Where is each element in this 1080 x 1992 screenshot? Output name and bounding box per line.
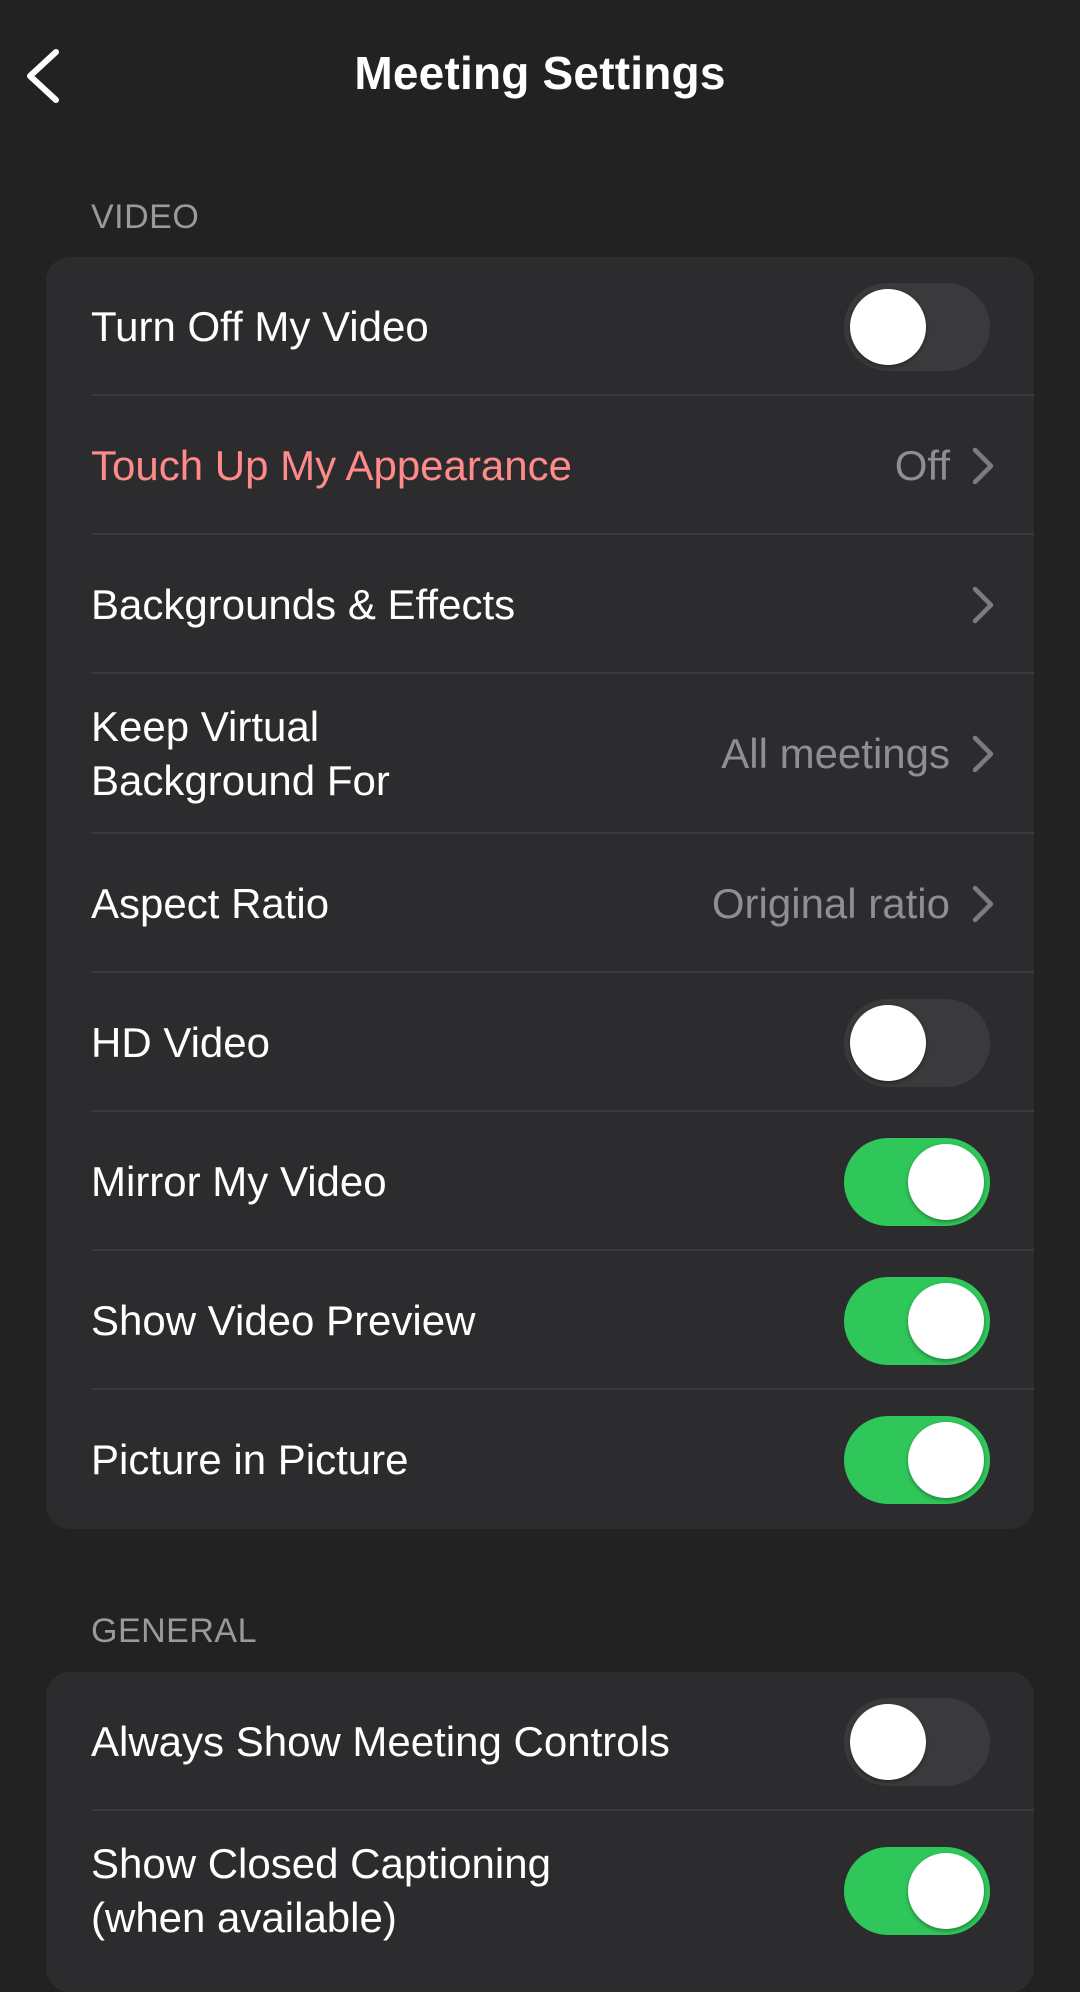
turn-off-my-video-toggle[interactable]: [844, 282, 990, 371]
mirror-my-video-toggle[interactable]: [844, 1137, 990, 1226]
toggle-knob: [908, 1282, 984, 1359]
row-picture-in-picture: Picture in Picture: [46, 1390, 1034, 1529]
chevron-right-icon: [972, 586, 994, 623]
row-label: Keep Virtual Background For: [91, 703, 390, 804]
row-label: Mirror My Video: [91, 1157, 387, 1205]
row-backgrounds-effects[interactable]: Backgrounds & Effects: [46, 535, 1034, 674]
row-label: Always Show Meeting Controls: [91, 1717, 670, 1765]
row-keep-virtual-background[interactable]: Keep Virtual Background For All meetings: [46, 674, 1034, 834]
general-settings-group: Always Show Meeting Controls Show Closed…: [46, 1672, 1034, 1992]
row-value: Off: [894, 441, 950, 489]
row-label: HD Video: [91, 1018, 270, 1066]
chevron-right-icon: [972, 447, 994, 484]
video-settings-group: Turn Off My Video Touch Up My Appearance…: [46, 257, 1034, 1529]
show-video-preview-toggle[interactable]: [844, 1276, 990, 1365]
row-label: Show Closed Captioning (when available): [91, 1840, 551, 1941]
row-label: Picture in Picture: [91, 1435, 409, 1483]
row-mirror-my-video: Mirror My Video: [46, 1112, 1034, 1251]
row-label: Aspect Ratio: [91, 879, 330, 927]
row-always-show-meeting-controls: Always Show Meeting Controls: [46, 1672, 1034, 1811]
toggle-knob: [850, 1703, 926, 1780]
toggle-knob: [850, 288, 926, 365]
row-label: Show Video Preview: [91, 1296, 476, 1344]
row-label: Touch Up My Appearance: [91, 441, 572, 489]
row-aspect-ratio[interactable]: Aspect Ratio Original ratio: [46, 834, 1034, 973]
row-label: Backgrounds & Effects: [91, 580, 516, 628]
section-header-general: GENERAL: [91, 1612, 257, 1650]
toggle-knob: [908, 1143, 984, 1220]
row-show-video-preview: Show Video Preview: [46, 1251, 1034, 1390]
row-hd-video: HD Video: [46, 973, 1034, 1112]
always-show-meeting-controls-toggle[interactable]: [844, 1697, 990, 1786]
chevron-right-icon: [972, 885, 994, 922]
row-label: Turn Off My Video: [91, 302, 429, 350]
navigation-bar: Meeting Settings: [0, 0, 1080, 150]
row-value: All meetings: [721, 730, 950, 777]
row-turn-off-my-video: Turn Off My Video: [46, 257, 1034, 396]
section-header-video: VIDEO: [91, 198, 200, 236]
row-value: Original ratio: [711, 879, 950, 927]
row-show-closed-captioning: Show Closed Captioning (when available): [46, 1811, 1034, 1971]
page-title: Meeting Settings: [354, 47, 726, 99]
hd-video-toggle[interactable]: [844, 998, 990, 1087]
show-closed-captioning-toggle[interactable]: [844, 1847, 990, 1935]
picture-in-picture-toggle[interactable]: [844, 1415, 990, 1504]
toggle-knob: [850, 1004, 926, 1081]
toggle-knob: [908, 1421, 984, 1498]
row-touch-up-my-appearance[interactable]: Touch Up My Appearance Off: [46, 396, 1034, 535]
toggle-knob: [908, 1853, 984, 1929]
chevron-right-icon: [972, 735, 994, 773]
